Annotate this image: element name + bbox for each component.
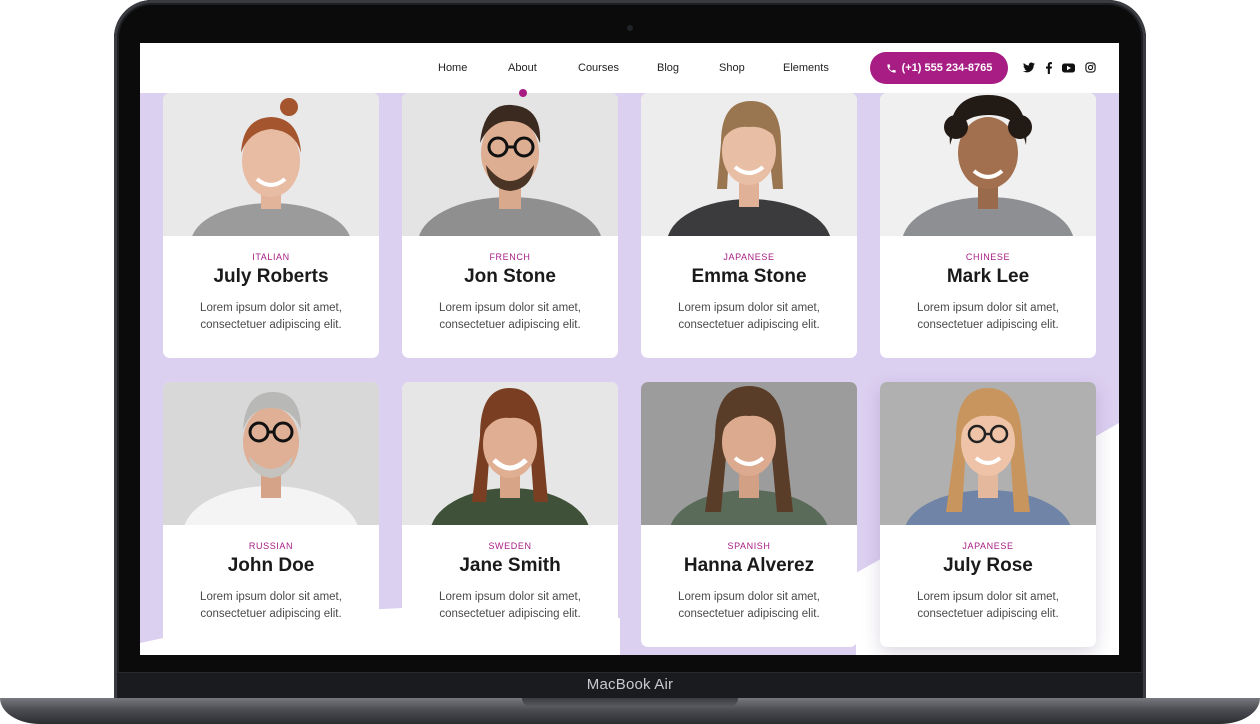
description-line: consectetuer adipiscing elit. xyxy=(678,608,820,620)
nav-home[interactable]: Home xyxy=(438,62,467,74)
teacher-description: Lorem ipsum dolor sit amet, consectetuer… xyxy=(416,300,604,334)
teacher-card[interactable]: FRENCH Jon Stone Lorem ipsum dolor sit a… xyxy=(402,93,618,358)
facebook-icon[interactable] xyxy=(1042,61,1055,74)
teacher-name[interactable]: Jon Stone xyxy=(402,266,618,288)
description-line: consectetuer adipiscing elit. xyxy=(439,608,581,620)
teacher-photo xyxy=(641,382,857,525)
nav-about[interactable]: About xyxy=(508,62,537,74)
description-line: consectetuer adipiscing elit. xyxy=(678,319,820,331)
teacher-description: Lorem ipsum dolor sit amet, consectetuer… xyxy=(416,589,604,623)
teacher-description: Lorem ipsum dolor sit amet, consectetuer… xyxy=(655,589,843,623)
teacher-card[interactable]: JAPANESE Emma Stone Lorem ipsum dolor si… xyxy=(641,93,857,358)
language-label: CHINESE xyxy=(965,252,1011,262)
teacher-description: Lorem ipsum dolor sit amet, consectetuer… xyxy=(894,300,1082,334)
description-line: Lorem ipsum dolor sit amet, xyxy=(200,302,342,314)
teacher-photo xyxy=(641,93,857,236)
description-line: Lorem ipsum dolor sit amet, xyxy=(917,302,1059,314)
language-label: JAPANESE xyxy=(962,541,1014,551)
description-line: consectetuer adipiscing elit. xyxy=(917,319,1059,331)
teacher-photo xyxy=(402,93,618,236)
top-navbar: Home About Courses Blog Shop Elements (+… xyxy=(140,43,1119,93)
phone-icon xyxy=(886,63,896,73)
camera-icon xyxy=(627,25,633,31)
youtube-icon[interactable] xyxy=(1062,61,1075,74)
active-nav-indicator xyxy=(519,89,527,97)
teacher-description: Lorem ipsum dolor sit amet, consectetuer… xyxy=(177,300,365,334)
teacher-card[interactable]: CHINESE Mark Lee Lorem ipsum dolor sit a… xyxy=(880,93,1096,358)
teacher-photo xyxy=(880,382,1096,525)
teacher-photo xyxy=(880,93,1096,236)
teacher-card[interactable]: ITALIAN July Roberts Lorem ipsum dolor s… xyxy=(163,93,379,358)
nav-shop[interactable]: Shop xyxy=(719,62,745,74)
teacher-name[interactable]: Emma Stone xyxy=(641,266,857,288)
language-label: SPANISH xyxy=(727,541,771,551)
phone-number: (+1) 555 234-8765 xyxy=(901,62,993,74)
teacher-card[interactable]: JAPANESE July Rose Lorem ipsum dolor sit… xyxy=(880,382,1096,647)
description-line: consectetuer adipiscing elit. xyxy=(200,608,342,620)
nav-blog[interactable]: Blog xyxy=(657,62,679,74)
device-label: MacBook Air xyxy=(586,676,674,693)
description-line: consectetuer adipiscing elit. xyxy=(439,319,581,331)
description-line: Lorem ipsum dolor sit amet, xyxy=(200,591,342,603)
teacher-description: Lorem ipsum dolor sit amet, consectetuer… xyxy=(177,589,365,623)
phone-button[interactable]: (+1) 555 234-8765 xyxy=(870,52,1008,84)
twitter-icon[interactable] xyxy=(1022,61,1035,74)
teacher-name[interactable]: Jane Smith xyxy=(402,555,618,577)
teacher-name[interactable]: Hanna Alverez xyxy=(641,555,857,577)
teacher-card[interactable]: SWEDEN Jane Smith Lorem ipsum dolor sit … xyxy=(402,382,618,647)
teacher-card[interactable]: RUSSIAN John Doe Lorem ipsum dolor sit a… xyxy=(163,382,379,647)
teacher-name[interactable]: July Roberts xyxy=(163,266,379,288)
teacher-name[interactable]: Mark Lee xyxy=(880,266,1096,288)
description-line: Lorem ipsum dolor sit amet, xyxy=(439,302,581,314)
teacher-description: Lorem ipsum dolor sit amet, consectetuer… xyxy=(894,589,1082,623)
nav-elements[interactable]: Elements xyxy=(783,62,829,74)
browser-screen: Home About Courses Blog Shop Elements (+… xyxy=(140,43,1119,655)
description-line: Lorem ipsum dolor sit amet, xyxy=(439,591,581,603)
teacher-description: Lorem ipsum dolor sit amet, consectetuer… xyxy=(655,300,843,334)
teacher-photo xyxy=(402,382,618,525)
description-line: Lorem ipsum dolor sit amet, xyxy=(678,591,820,603)
instagram-icon[interactable] xyxy=(1084,61,1097,74)
language-label: FRENCH xyxy=(489,252,531,262)
language-label: SWEDEN xyxy=(488,541,532,551)
teacher-card[interactable]: SPANISH Hanna Alverez Lorem ipsum dolor … xyxy=(641,382,857,647)
teacher-name[interactable]: John Doe xyxy=(163,555,379,577)
teacher-photo xyxy=(163,93,379,236)
language-label: JAPANESE xyxy=(723,252,775,262)
nav-courses[interactable]: Courses xyxy=(578,62,619,74)
description-line: consectetuer adipiscing elit. xyxy=(917,608,1059,620)
language-label: RUSSIAN xyxy=(248,541,294,551)
laptop-base-notch xyxy=(522,698,738,707)
description-line: consectetuer adipiscing elit. xyxy=(200,319,342,331)
teacher-photo xyxy=(163,382,379,525)
teacher-name[interactable]: July Rose xyxy=(880,555,1096,577)
description-line: Lorem ipsum dolor sit amet, xyxy=(678,302,820,314)
language-label: ITALIAN xyxy=(252,252,290,262)
description-line: Lorem ipsum dolor sit amet, xyxy=(917,591,1059,603)
